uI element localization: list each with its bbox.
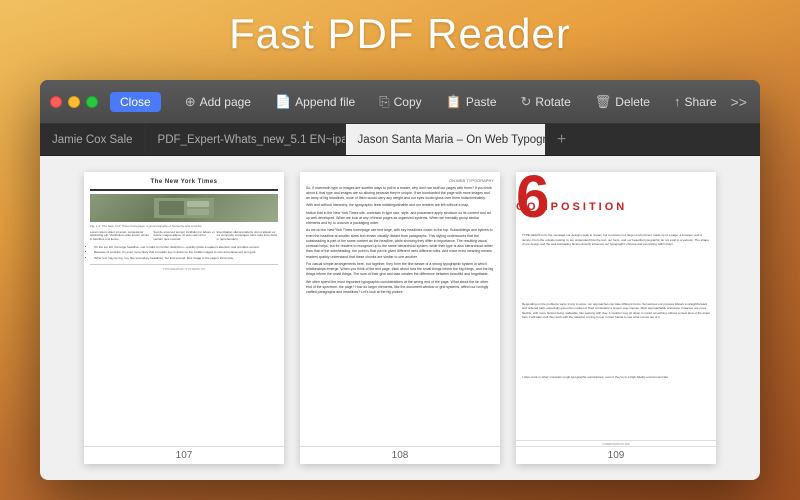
share-button[interactable]: ↑ Share [666,91,725,112]
page-109-para3: I often work in what I consider rough ty… [522,375,710,380]
copy-icon: ⎘ [379,94,389,110]
page-108-header: ON WEB TYPOGRAPHY [306,178,494,184]
toolbar: Close ⊕ Add page 📄 Append file ⎘ Copy 📋 … [40,80,760,124]
page-107-col2: Sed do eiusmod tempor incididunt ut labo… [153,231,214,243]
delete-icon: 🗑 [595,94,612,110]
page-108-number: 108 [300,446,500,464]
share-label: Share [684,95,716,109]
rotate-icon: ↻ [521,94,532,110]
tab-pdf-expert-label: PDF_Expert-Whats_new_5.1 EN~ipad [158,134,346,146]
main-window: Close ⊕ Add page 📄 Append file ⎘ Copy 📋 … [40,80,760,480]
paste-label: Paste [466,95,497,109]
tab-pdf-expert[interactable]: PDF_Expert-Whats_new_5.1 EN~ipad ✕ [146,124,346,155]
maximize-light[interactable] [86,96,98,108]
pdf-page-107: The New York Times Fig. 1-4: The New Yor… [84,172,284,464]
share-icon: ↑ [674,94,681,109]
page-107-image [90,194,278,222]
page-107-caption: Fig. 1-4: The New York Times homepage, a… [90,224,278,228]
paste-button[interactable]: 📋 Paste [438,91,505,113]
page-109-footer: COMPOSITION 109 [516,440,716,446]
add-page-button[interactable]: ⊕ Add page [177,91,259,113]
delete-label: Delete [615,95,650,109]
page-107-header: The New York Times [90,178,278,191]
more-button[interactable]: >> [725,91,753,113]
page-107-footer: TYPOGRAPHIC SYSTEMS 107 [90,264,278,271]
delete-button[interactable]: 🗑 Delete [587,91,658,113]
rotate-label: Rotate [535,95,570,109]
page-108-para1: So, if mammoth type or images are surefi… [306,186,494,202]
page-107-inner: The New York Times Fig. 1-4: The New Yor… [84,172,284,446]
page-107-columns: Lorem ipsum dolor sit amet, consectetur … [90,231,278,243]
append-file-button[interactable]: 📄 Append file [267,91,363,113]
tabs-bar: Jamie Cox Sale PDF_Expert-Whats_new_5.1 … [40,124,760,156]
page-108-para2: With and without hierarchy, the typograp… [306,203,494,208]
tab-add-button[interactable]: + [546,124,578,155]
page-109-inner: 6 COMPOSITION TYPE HELPS form the messag… [516,172,716,446]
tab-jamie-cox-label: Jamie Cox Sale [52,134,133,146]
page-108-para6: We often spend the most important typogr… [306,280,494,296]
append-file-icon: 📄 [275,94,291,110]
content-area: The New York Times Fig. 1-4: The New Yor… [40,156,760,480]
page-109-para2: Depending on the problems we're trying t… [522,302,710,320]
close-button[interactable]: Close [110,92,161,112]
list-item: Other text may be big, too, like seconda… [94,256,278,260]
minimize-light[interactable] [68,96,80,108]
page-108-para3: Notice that in the New York Times site, … [306,211,494,227]
add-page-label: Add page [200,95,251,109]
append-file-label: Append file [295,95,355,109]
page-109-title: COMPOSITION [516,200,716,215]
app-title: Fast PDF Reader [0,10,800,58]
add-page-icon: ⊕ [185,94,196,110]
page-108-para5: For casual simple arrangements here, but… [306,262,494,278]
list-item: Because of contrast, it's even more like… [94,250,278,254]
pdf-page-108: ON WEB TYPOGRAPHY So, if mammoth type or… [300,172,500,464]
tab-jamie-cox[interactable]: Jamie Cox Sale [40,124,146,155]
traffic-lights [50,96,98,108]
page-108-inner: ON WEB TYPOGRAPHY So, if mammoth type or… [300,172,500,446]
pdf-page-109: 6 COMPOSITION TYPE HELPS form the messag… [516,172,716,464]
tab-jason-santa-label: Jason Santa Maria – On Web Typogra... [358,134,546,146]
list-item: On the top left, the large headline—set … [94,245,278,249]
page-107-col1: Lorem ipsum dolor sit amet, consectetur … [90,231,151,243]
page-108-para4: As we do the New York Times homepage use… [306,228,494,260]
rotate-button[interactable]: ↻ Rotate [513,91,579,113]
copy-button[interactable]: ⎘ Copy [371,91,429,113]
page-109-para1: TYPE HELPS form the message our designs … [522,233,710,247]
tab-jason-santa[interactable]: Jason Santa Maria – On Web Typogra... ✕ [346,124,546,155]
page-107-number: 107 [84,446,284,464]
copy-label: Copy [394,95,422,109]
close-light[interactable] [50,96,62,108]
page-107-title: The New York Times [90,178,278,186]
page-109-number: 109 [516,446,716,464]
newspaper-image-svg [154,198,214,218]
page-107-list: On the top left, the large headline—set … [90,245,278,260]
paste-icon: 📋 [446,94,462,110]
page-107-col3: Exercitation ullamco laboris nisi ut ali… [217,231,278,243]
